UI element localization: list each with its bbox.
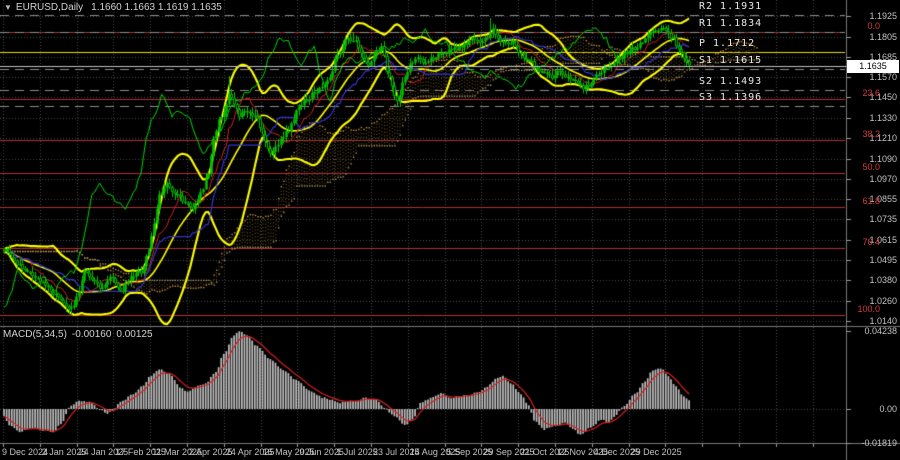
pivot-label: R1 1.1834	[699, 18, 762, 29]
fib-level-label: 100.0	[812, 304, 880, 314]
macd-axis-tick: 0.00	[850, 404, 897, 414]
price-axis-tick: 1.1570	[850, 72, 897, 82]
macd-signal-value: 0.00125	[116, 329, 152, 340]
price-chart-canvas[interactable]	[0, 0, 900, 460]
ohlc-values: 1.1660 1.1663 1.1619 1.1635	[91, 2, 222, 13]
fib-level-label: 50.0	[812, 162, 880, 172]
macd-axis-tick: 0.04238	[850, 326, 897, 336]
fib-level-label: 0.0	[812, 21, 880, 31]
price-axis-tick: 1.1925	[850, 11, 897, 21]
fib-level-label: 61.8	[812, 196, 880, 206]
macd-axis-tick: -0.01819	[850, 438, 897, 448]
pivot-label: S3 1.1396	[699, 92, 762, 103]
price-axis-tick: 1.0970	[850, 174, 897, 184]
current-price-box: 1.1635	[847, 60, 899, 73]
fib-level-label: 23.6	[812, 88, 880, 98]
date-axis-tick: 29 Dec 2025	[631, 447, 682, 457]
price-axis-tick: 1.1330	[850, 113, 897, 123]
symbol-timeframe-label: EURUSD,Daily	[16, 2, 83, 13]
chart-window: ▼ EURUSD,Daily 1.1660 1.1663 1.1619 1.1635…	[0, 0, 900, 460]
price-axis-tick: 1.0735	[850, 214, 897, 224]
date-axis-tick: 1 Jul 2025	[336, 447, 378, 457]
price-axis-tick: 1.0380	[850, 275, 897, 285]
symbol-dropdown-icon[interactable]: ▼	[4, 3, 12, 12]
fib-level-label: 76.4	[812, 237, 880, 247]
pivot-label: S2 1.1493	[699, 76, 762, 87]
macd-name: MACD(5,34,5)	[3, 329, 67, 340]
pivot-label: R2 1.1931	[699, 1, 762, 12]
price-axis-tick: 1.0140	[850, 316, 897, 326]
macd-indicator-label: MACD(5,34,5) -0.00160 0.00125	[3, 329, 158, 340]
pivot-label: P 1.1712	[699, 38, 755, 49]
chart-header: ▼ EURUSD,Daily 1.1660 1.1663 1.1619 1.1635	[4, 2, 222, 13]
fib-level-label: 38.2	[812, 129, 880, 139]
pivot-label: S1 1.1615	[699, 55, 762, 66]
macd-main-value: -0.00160	[72, 329, 111, 340]
price-axis-tick: 1.1805	[850, 32, 897, 42]
price-axis-tick: 1.0495	[850, 255, 897, 265]
